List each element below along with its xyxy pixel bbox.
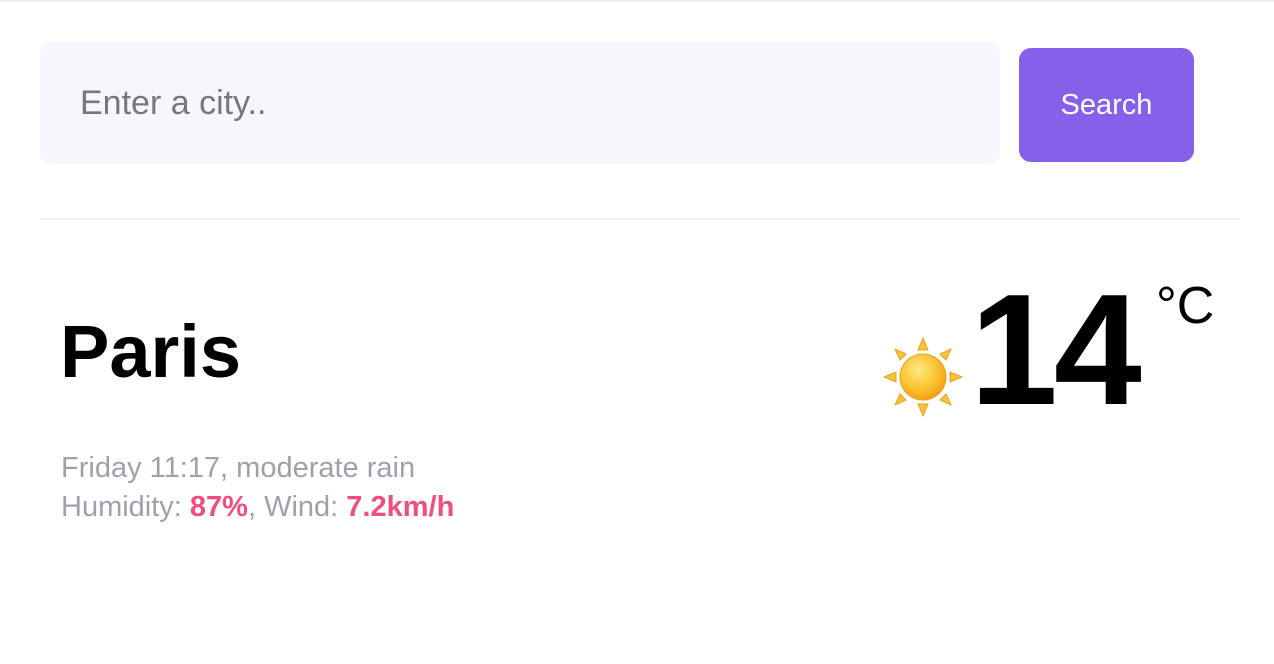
wind-value: 7.2km/h [346,491,455,523]
day-time: Friday 11:17 [61,452,221,484]
search-input[interactable] [40,42,1000,164]
temperature-value: 14 [970,262,1142,438]
humidity-label: Humidity: [61,491,182,523]
search-button[interactable]: Search [1019,48,1194,162]
weather-description: moderate rain [236,452,416,484]
temperature-unit: °C [1156,277,1215,335]
city-name: Paris [60,310,242,393]
search-form: Search [40,42,1194,164]
date-description-line: Friday 11:17, moderate rain [61,452,416,484]
humidity-value: 87% [189,491,248,523]
humidity-wind-line: Humidity: 87%, Wind: 7.2km/h [61,491,455,523]
weather-app: Search Paris Friday 11:17, moderate rain… [0,0,1274,664]
divider [40,218,1240,220]
weather-details: Friday 11:17, moderate rain Humidity: 87… [61,449,454,527]
sun-icon [882,336,964,418]
wind-label: Wind: [264,491,339,523]
